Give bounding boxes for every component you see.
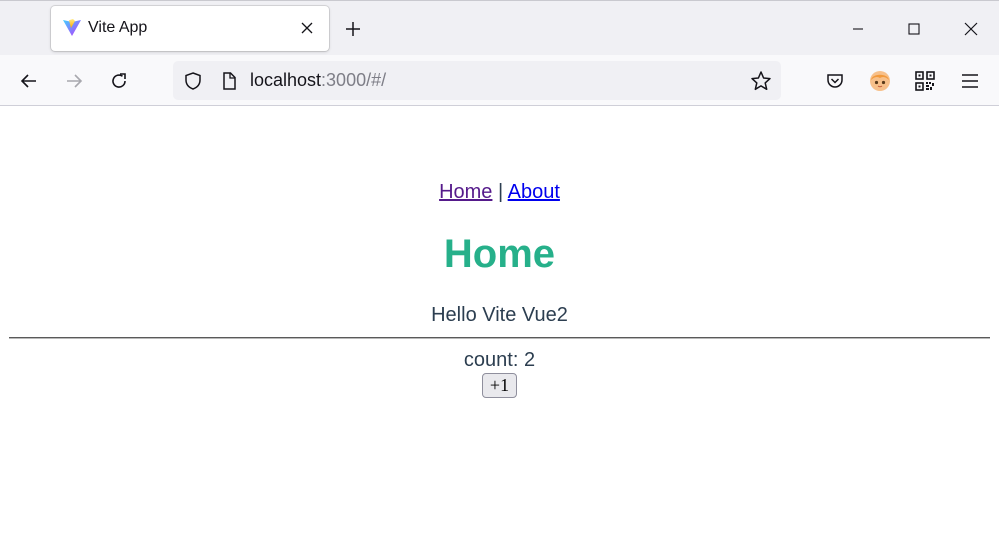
shield-icon[interactable] xyxy=(183,71,203,91)
reload-icon[interactable] xyxy=(103,65,135,97)
close-window-icon[interactable] xyxy=(943,1,999,56)
new-tab-plus-icon[interactable] xyxy=(340,16,366,42)
hamburger-menu-icon[interactable] xyxy=(955,66,985,96)
count-value: 2 xyxy=(523,349,536,371)
about-link[interactable]: About xyxy=(508,181,560,203)
address-bar[interactable]: localhost:3000/#/ xyxy=(173,61,781,100)
hello-message: Hello Vite Vue2 xyxy=(431,304,568,326)
count-label: count: xyxy=(463,349,524,371)
pocket-icon[interactable] xyxy=(820,66,850,96)
minimize-window-icon[interactable] xyxy=(830,1,886,56)
avatar-icon[interactable] xyxy=(865,66,895,96)
router-nav: Home | About xyxy=(0,180,999,204)
url-path: :3000/#/ xyxy=(321,70,387,90)
url-host: localhost xyxy=(250,70,322,90)
home-link[interactable]: Home xyxy=(439,181,492,203)
nav-separator: | xyxy=(492,181,508,203)
browser-tab-active[interactable]: Vite App xyxy=(51,6,329,51)
navigation-toolbar: localhost:3000/#/ xyxy=(0,55,999,106)
page-icon[interactable] xyxy=(219,71,239,91)
divider xyxy=(9,337,990,339)
vite-logo-icon xyxy=(62,18,82,38)
star-icon[interactable] xyxy=(750,70,772,92)
increment-button[interactable]: +1 xyxy=(482,373,517,398)
page-viewport: Home | About Home Hello Vite Vue2 count:… xyxy=(0,106,999,547)
arrow-left-icon[interactable] xyxy=(13,65,45,97)
tab-title: Vite App xyxy=(88,19,148,36)
qr-code-icon[interactable] xyxy=(910,66,940,96)
close-tab-icon[interactable] xyxy=(296,17,318,39)
arrow-right-icon[interactable] xyxy=(58,65,90,97)
page-title: Home xyxy=(443,232,556,276)
url-text[interactable]: localhost:3000/#/ xyxy=(250,70,386,91)
maximize-window-icon[interactable] xyxy=(886,1,942,56)
tab-strip: Vite App xyxy=(0,0,999,55)
count-display: count: 2 xyxy=(0,348,999,372)
